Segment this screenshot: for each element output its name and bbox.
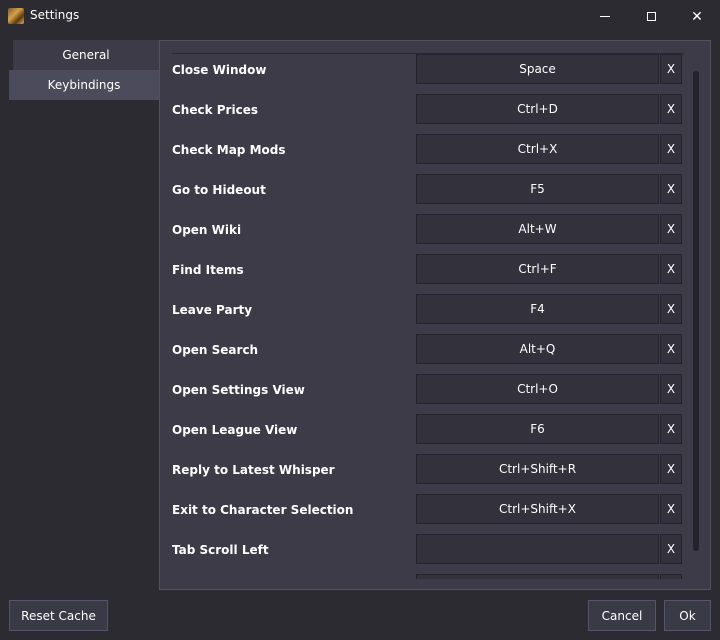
keybinding-action-label: Open Settings View bbox=[172, 383, 305, 397]
keybinding-action-label: Go to Hideout bbox=[172, 183, 266, 197]
keybinding-action-label: Tab Scroll Left bbox=[172, 543, 269, 557]
maximize-icon bbox=[646, 12, 656, 21]
keybinding-key-field[interactable]: F6 bbox=[416, 414, 659, 444]
keybinding-action-label: Check Prices bbox=[172, 103, 258, 117]
close-button[interactable]: ✕ bbox=[674, 0, 720, 33]
clear-keybinding-button[interactable]: X bbox=[660, 334, 682, 364]
close-icon: ✕ bbox=[691, 8, 703, 25]
keybinding-row: Leave Party F4 X bbox=[172, 294, 684, 334]
keybindings-panel: Close Window Space X Check Prices Ctrl+D X Che… bbox=[159, 40, 711, 590]
scrollbar-thumb[interactable] bbox=[693, 71, 699, 551]
keybinding-row: Close Window Space X bbox=[172, 54, 684, 94]
keybinding-row: Open Settings View Ctrl+O X bbox=[172, 374, 684, 414]
keybindings-list: Close Window Space X Check Prices Ctrl+D X Che… bbox=[172, 53, 684, 579]
keybinding-row: Check Map Mods Ctrl+X X bbox=[172, 134, 684, 174]
keybinding-row: Reply to Latest Whisper Ctrl+Shift+R X bbox=[172, 454, 684, 494]
keybinding-action-label: Find Items bbox=[172, 263, 244, 277]
keybinding-action-label: Open Search bbox=[172, 343, 259, 357]
clear-keybinding-button[interactable]: X bbox=[660, 534, 682, 564]
keybinding-key-field[interactable]: Ctrl+O bbox=[416, 374, 659, 404]
clear-keybinding-button[interactable]: X bbox=[660, 94, 682, 124]
cancel-button[interactable]: Cancel bbox=[588, 600, 656, 631]
keybinding-row: Go to Hideout F5 X bbox=[172, 174, 684, 214]
keybinding-key-field[interactable] bbox=[416, 574, 659, 579]
keybinding-row: Exit to Character Selection Ctrl+Shift+X X bbox=[172, 494, 684, 534]
keybinding-row: Open Wiki Alt+W X bbox=[172, 214, 684, 254]
clear-keybinding-button[interactable]: X bbox=[660, 214, 682, 244]
keybinding-row: Check Prices Ctrl+D X bbox=[172, 94, 684, 134]
clear-keybinding-button[interactable]: X bbox=[660, 134, 682, 164]
keybinding-key-field[interactable]: Space bbox=[416, 54, 659, 84]
clear-keybinding-button[interactable]: X bbox=[660, 254, 682, 284]
clear-keybinding-button[interactable]: X bbox=[660, 54, 682, 84]
keybinding-action-label: Exit to Character Selection bbox=[172, 503, 354, 517]
keybinding-key-field[interactable] bbox=[416, 534, 659, 564]
keybinding-row bbox=[172, 574, 684, 579]
keybinding-row: Tab Scroll Left X bbox=[172, 534, 684, 574]
minimize-button[interactable] bbox=[582, 0, 628, 33]
keybinding-action-label: Open League View bbox=[172, 423, 298, 437]
clear-keybinding-button[interactable]: X bbox=[660, 294, 682, 324]
clear-keybinding-button[interactable] bbox=[660, 574, 682, 579]
keybinding-key-field[interactable]: F5 bbox=[416, 174, 659, 204]
minimize-icon bbox=[600, 16, 610, 17]
settings-sidebar: General Keybindings bbox=[9, 40, 159, 100]
keybinding-row: Open Search Alt+Q X bbox=[172, 334, 684, 374]
clear-keybinding-button[interactable]: X bbox=[660, 414, 682, 444]
keybinding-action-label: Close Window bbox=[172, 63, 267, 77]
tab-keybindings[interactable]: Keybindings bbox=[9, 70, 159, 100]
title-bar: Settings ✕ bbox=[0, 0, 720, 33]
app-icon bbox=[8, 8, 24, 24]
keybinding-action-label: Open Wiki bbox=[172, 223, 242, 237]
clear-keybinding-button[interactable]: X bbox=[660, 494, 682, 524]
keybinding-key-field[interactable]: Ctrl+Shift+X bbox=[416, 494, 659, 524]
keybinding-key-field[interactable]: Alt+Q bbox=[416, 334, 659, 364]
clear-keybinding-button[interactable]: X bbox=[660, 374, 682, 404]
keybinding-action-label: Check Map Mods bbox=[172, 143, 286, 157]
keybinding-key-field[interactable]: Ctrl+Shift+R bbox=[416, 454, 659, 484]
keybinding-key-field[interactable]: Ctrl+D bbox=[416, 94, 659, 124]
ok-button[interactable]: Ok bbox=[664, 600, 711, 631]
keybinding-row: Find Items Ctrl+F X bbox=[172, 254, 684, 294]
scrollbar-track[interactable] bbox=[693, 71, 699, 551]
keybinding-action-label: Reply to Latest Whisper bbox=[172, 463, 335, 477]
clear-keybinding-button[interactable]: X bbox=[660, 454, 682, 484]
keybinding-key-field[interactable]: Ctrl+F bbox=[416, 254, 659, 284]
tab-general[interactable]: General bbox=[13, 40, 159, 70]
keybinding-action-label: Leave Party bbox=[172, 303, 253, 317]
reset-cache-button[interactable]: Reset Cache bbox=[9, 600, 108, 631]
keybinding-key-field[interactable]: Alt+W bbox=[416, 214, 659, 244]
keybinding-key-field[interactable]: F4 bbox=[416, 294, 659, 324]
keybinding-key-field[interactable]: Ctrl+X bbox=[416, 134, 659, 164]
maximize-button[interactable] bbox=[628, 0, 674, 33]
keybinding-row: Open League View F6 X bbox=[172, 414, 684, 454]
window-title: Settings bbox=[30, 8, 80, 22]
clear-keybinding-button[interactable]: X bbox=[660, 174, 682, 204]
